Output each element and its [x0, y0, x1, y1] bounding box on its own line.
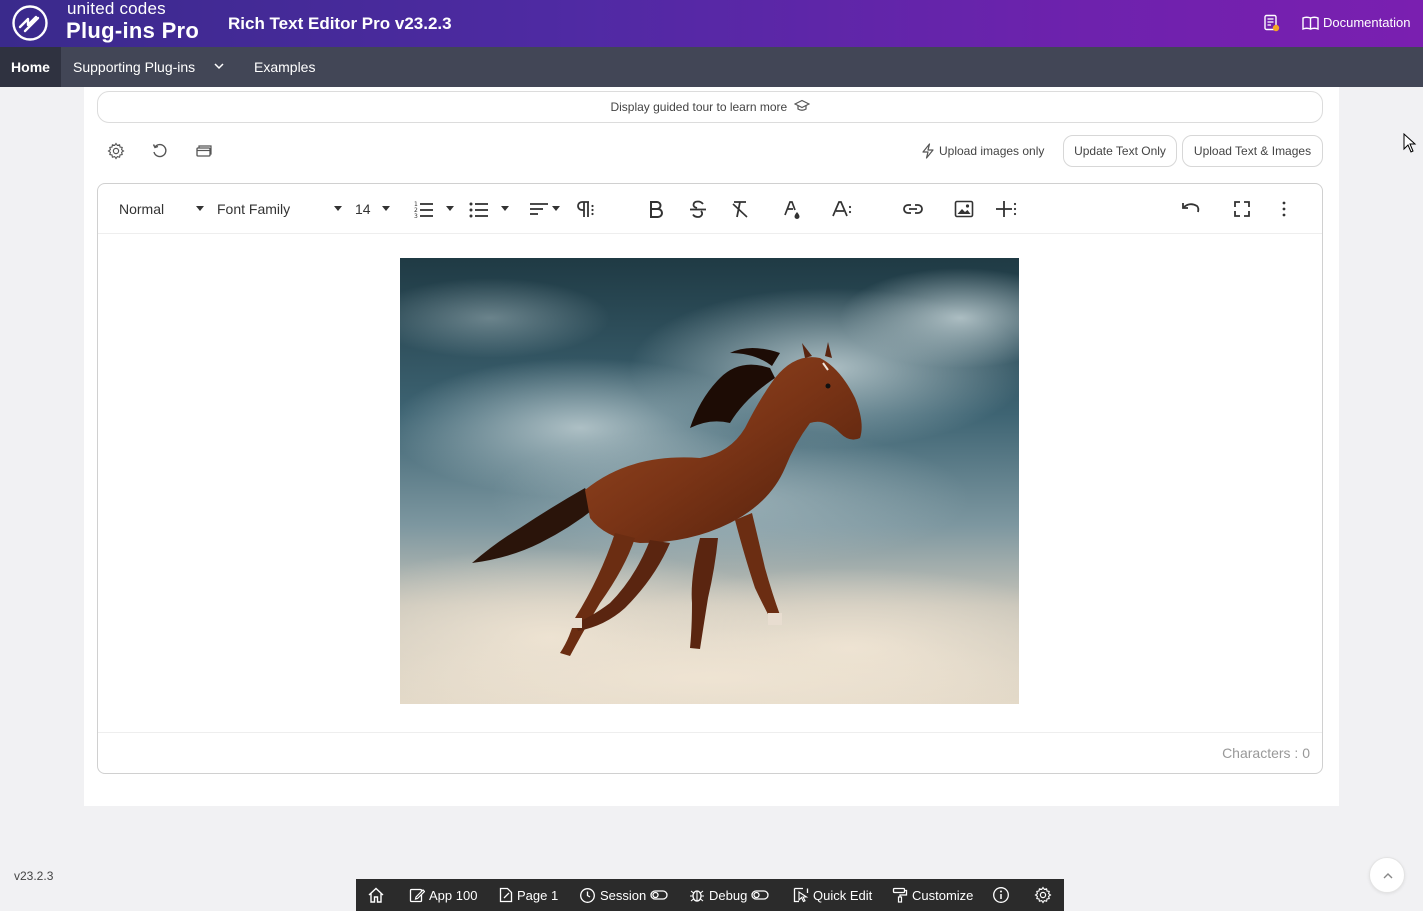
- united-codes-logo-icon[interactable]: [11, 4, 49, 42]
- chevron-down-icon[interactable]: [213, 60, 225, 72]
- devbar-page-button[interactable]: Page 1: [499, 879, 558, 911]
- documentation-link[interactable]: Documentation: [1302, 15, 1410, 30]
- guided-tour-label: Display guided tour to learn more: [610, 100, 788, 114]
- clock-icon: [580, 887, 595, 903]
- devbar-customize-label: Customize: [912, 887, 974, 903]
- update-text-only-button[interactable]: Update Text Only: [1063, 135, 1177, 167]
- fullscreen-icon[interactable]: [1231, 198, 1253, 220]
- devbar-page-label: Page 1: [517, 887, 559, 903]
- upload-text-images-button[interactable]: Upload Text & Images: [1182, 135, 1323, 167]
- rich-text-editor: Normal Font Family 14 1 2 3 Characters:…: [97, 183, 1323, 774]
- home-icon: [368, 887, 384, 903]
- paint-roller-icon: [892, 887, 908, 903]
- devbar-session-button[interactable]: Session: [579, 879, 668, 911]
- paragraph-format-icon[interactable]: [574, 198, 596, 220]
- strikethrough-icon[interactable]: [687, 198, 709, 220]
- documentation-label: Documentation: [1323, 15, 1411, 30]
- caret-down-icon[interactable]: [334, 206, 342, 211]
- settings-gear-icon[interactable]: [107, 142, 125, 160]
- caret-down-icon[interactable]: [501, 206, 509, 211]
- brand-top-text: united codes: [67, 0, 166, 18]
- upload-images-only-label: Upload images only: [939, 144, 1045, 158]
- devbar-quick-edit-button[interactable]: Quick Edit: [793, 879, 872, 911]
- windows-icon[interactable]: [195, 142, 213, 160]
- caret-down-icon[interactable]: [552, 206, 560, 211]
- lightning-icon: [922, 143, 934, 159]
- brand-bottom-text: Plug-ins Pro: [66, 18, 200, 43]
- svg-text:3: 3: [414, 213, 418, 220]
- nav-item-examples[interactable]: Examples: [254, 47, 315, 87]
- mouse-cursor-icon: [1403, 133, 1417, 153]
- text-color-icon[interactable]: [780, 198, 802, 220]
- quick-edit-icon: [793, 887, 809, 903]
- caret-down-icon[interactable]: [446, 206, 454, 211]
- devbar-quick-edit-label: Quick Edit: [813, 887, 873, 903]
- toggle-icon: [650, 890, 668, 900]
- insert-image-icon[interactable]: [953, 198, 975, 220]
- insert-link-icon[interactable]: [902, 198, 924, 220]
- release-notes-icon[interactable]: [1262, 14, 1280, 32]
- more-options-icon[interactable]: [1273, 198, 1295, 220]
- devbar-debug-label: Debug: [709, 887, 748, 903]
- toggle-icon: [751, 890, 769, 900]
- scroll-to-top-button[interactable]: [1369, 857, 1405, 893]
- reset-icon[interactable]: [151, 142, 169, 160]
- book-icon: [1302, 16, 1319, 30]
- nav-item-home[interactable]: Home: [0, 47, 61, 87]
- graduation-cap-icon: [793, 99, 810, 111]
- page-edit-icon: [499, 887, 513, 903]
- app-title[interactable]: Rich Text Editor Pro v23.2.3: [228, 14, 452, 34]
- character-count: Characters : 0: [1222, 745, 1310, 761]
- devbar-app-label: App 100: [429, 887, 478, 903]
- info-icon: [993, 887, 1009, 903]
- paragraph-style-select[interactable]: Normal: [119, 199, 164, 219]
- editor-toolbar: Normal Font Family 14 1 2 3: [98, 184, 1322, 234]
- devbar-app-button[interactable]: App 100: [409, 879, 477, 911]
- chevron-up-icon: [1383, 873, 1393, 879]
- devbar-info-button[interactable]: [992, 879, 1010, 911]
- upload-images-only-button[interactable]: Upload images only: [921, 141, 1044, 161]
- align-left-icon[interactable]: [528, 198, 550, 220]
- horse-image[interactable]: [400, 258, 1019, 704]
- caret-down-icon[interactable]: [382, 206, 390, 211]
- main-navigation: Home Supporting Plug-ins Examples: [0, 47, 1423, 87]
- devbar-settings-button[interactable]: [1034, 879, 1052, 911]
- devbar-customize-button[interactable]: Customize: [892, 879, 973, 911]
- editor-status-bar: Characters : 0: [98, 732, 1322, 773]
- insert-more-icon[interactable]: [995, 198, 1017, 220]
- caret-down-icon[interactable]: [196, 206, 204, 211]
- version-label: v23.2.3: [14, 869, 54, 883]
- font-family-select[interactable]: Font Family: [217, 199, 290, 219]
- edit-icon: [409, 888, 425, 903]
- clear-formatting-icon[interactable]: [729, 198, 751, 220]
- bullet-list-icon[interactable]: [468, 198, 490, 220]
- font-size-select[interactable]: 14: [355, 199, 371, 219]
- undo-icon[interactable]: [1180, 198, 1202, 220]
- developer-toolbar: App 100 Page 1 Session Debug Quick Edit …: [356, 879, 1064, 911]
- app-header: united codes Plug-ins Pro Rich Text Edit…: [0, 0, 1423, 47]
- bug-icon: [690, 890, 704, 902]
- nav-item-supporting-plug-ins[interactable]: Supporting Plug-ins: [73, 47, 195, 87]
- devbar-debug-button[interactable]: Debug: [689, 879, 769, 911]
- font-size-icon[interactable]: [831, 198, 853, 220]
- gear-icon: [1034, 886, 1052, 904]
- bold-icon[interactable]: [645, 198, 667, 220]
- guided-tour-button[interactable]: Display guided tour to learn more: [97, 91, 1323, 123]
- devbar-home-button[interactable]: [367, 879, 385, 911]
- ordered-list-icon[interactable]: 1 2 3: [413, 198, 435, 220]
- devbar-session-label: Session: [600, 887, 647, 903]
